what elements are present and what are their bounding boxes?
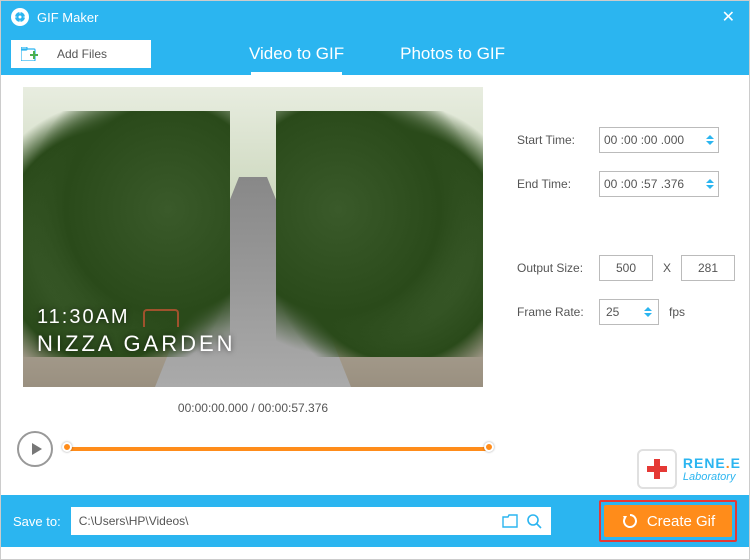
frame-rate-row: Frame Rate: 25 fps: [517, 299, 735, 325]
trim-slider[interactable]: [67, 447, 489, 451]
chevron-down-icon[interactable]: [706, 185, 714, 189]
frame-rate-label: Frame Rate:: [517, 305, 599, 319]
add-files-label: Add Files: [57, 47, 107, 61]
brand-logo: RENE.E Laboratory: [637, 449, 741, 489]
frame-rate-input[interactable]: 25: [599, 299, 659, 325]
titlebar: GIF Maker ✕: [1, 1, 749, 33]
chevron-down-icon[interactable]: [706, 141, 714, 145]
create-gif-highlight: Create Gif: [599, 500, 737, 542]
chevron-up-icon[interactable]: [706, 179, 714, 183]
chevron-down-icon[interactable]: [644, 313, 652, 317]
end-time-row: End Time: 00 :00 :57 .376: [517, 171, 735, 197]
overlay-time: 11:30AM: [37, 306, 236, 329]
chevron-up-icon[interactable]: [706, 135, 714, 139]
refresh-icon: [621, 512, 639, 530]
video-preview: 11:30AM NIZZA GARDEN: [23, 87, 483, 387]
output-size-label: Output Size:: [517, 261, 599, 275]
output-width-input[interactable]: 500: [599, 255, 653, 281]
play-icon: [30, 442, 44, 456]
start-time-label: Start Time:: [517, 133, 599, 147]
output-height-input[interactable]: 281: [681, 255, 735, 281]
logo-text: RENE.E Laboratory: [683, 455, 741, 483]
play-button[interactable]: [17, 431, 53, 467]
time-display: 00:00:00.000 / 00:00:57.376: [13, 401, 493, 415]
add-files-button[interactable]: Add Files: [11, 40, 151, 68]
chevron-up-icon[interactable]: [644, 307, 652, 311]
tab-photos-to-gif[interactable]: Photos to GIF: [372, 33, 533, 75]
trim-start-handle[interactable]: [62, 442, 72, 452]
app-logo-icon: [11, 8, 29, 26]
create-gif-button[interactable]: Create Gif: [604, 505, 732, 537]
start-time-input[interactable]: 00 :00 :00 .000: [599, 127, 719, 153]
settings-pane: Start Time: 00 :00 :00 .000 End Time: 00…: [493, 87, 750, 489]
save-to-label: Save to:: [13, 514, 61, 529]
search-icon[interactable]: [525, 512, 543, 530]
close-icon[interactable]: ✕: [718, 7, 739, 27]
main-area: 11:30AM NIZZA GARDEN 00:00:00.000 / 00:0…: [1, 75, 749, 495]
end-time-spinner[interactable]: [706, 179, 714, 189]
start-time-row: Start Time: 00 :00 :00 .000: [517, 127, 735, 153]
start-time-spinner[interactable]: [706, 135, 714, 145]
footer: Save to: C:\Users\HP\Videos\ Create Gif: [1, 495, 749, 547]
logo-badge-icon: [637, 449, 677, 489]
playback-controls: [13, 431, 493, 467]
app-window: GIF Maker ✕ Add Files Video to GIF Photo…: [0, 0, 750, 560]
end-time-label: End Time:: [517, 177, 599, 191]
size-separator: X: [663, 261, 671, 275]
app-title: GIF Maker: [37, 10, 98, 25]
fps-spinner[interactable]: [644, 307, 652, 317]
output-size-row: Output Size: 500 X 281: [517, 255, 735, 281]
fps-unit: fps: [669, 305, 685, 319]
save-path-input[interactable]: C:\Users\HP\Videos\: [71, 507, 551, 535]
add-file-icon: [21, 47, 39, 61]
folder-icon[interactable]: [501, 512, 519, 530]
tab-bar: Video to GIF Photos to GIF: [221, 33, 533, 75]
end-time-input[interactable]: 00 :00 :57 .376: [599, 171, 719, 197]
preview-pane: 11:30AM NIZZA GARDEN 00:00:00.000 / 00:0…: [13, 87, 493, 489]
preview-overlay: 11:30AM NIZZA GARDEN: [37, 306, 236, 357]
toolbar: Add Files Video to GIF Photos to GIF: [1, 33, 749, 75]
tab-video-to-gif[interactable]: Video to GIF: [221, 33, 372, 75]
overlay-place: NIZZA GARDEN: [37, 331, 236, 357]
